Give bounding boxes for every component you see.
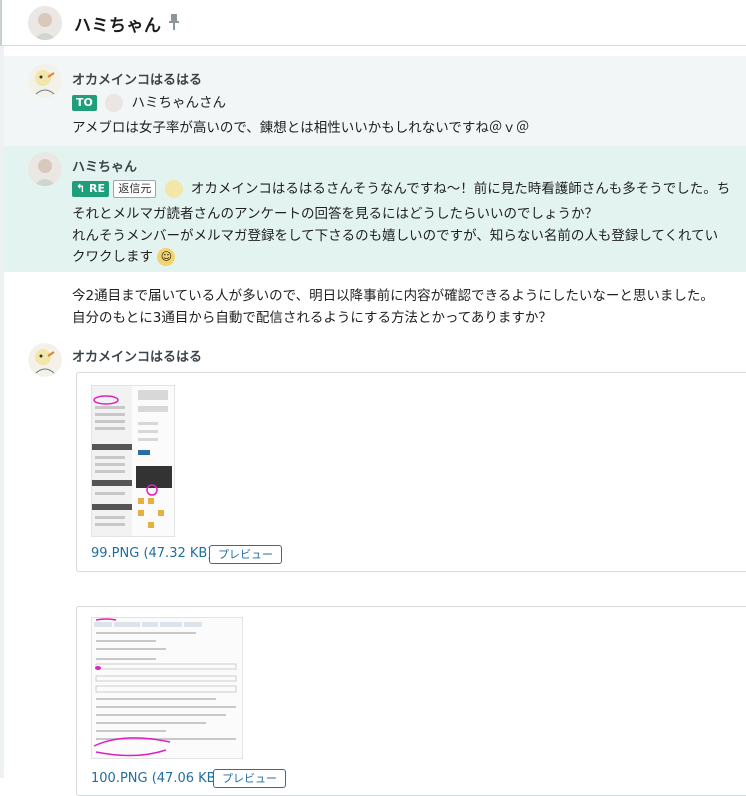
message-2: ハミちゃん ↰ RE 返信元 オカメインコはるはるさんそうなんですね〜！前に見た…: [4, 146, 746, 272]
room-avatar[interactable]: [28, 6, 62, 40]
sender-name[interactable]: オカメインコはるはる: [72, 69, 202, 88]
message-text: それとメルマガ読者さんのアンケートの回答を見るにはどうしたらいいのでしょうか？: [72, 206, 598, 222]
file-thumbnail[interactable]: [91, 385, 175, 537]
message-4: オカメインコはるはる 99.PNG (47.32 KB) プレビュー 100.P…: [4, 332, 746, 796]
sender-avatar[interactable]: [28, 152, 62, 186]
to-badge: TO: [72, 95, 97, 111]
preview-button[interactable]: プレビュー: [213, 769, 286, 788]
message-text: れんそうメンバーがメルマガ登録をして下さるのも嬉しいのですが、知らない名前の人も…: [72, 228, 719, 244]
sender-avatar[interactable]: [28, 343, 62, 377]
file-card-1: 99.PNG (47.32 KB) プレビュー: [76, 372, 746, 572]
sender-avatar[interactable]: [28, 64, 62, 98]
room-header: ハミちゃん: [0, 0, 746, 46]
message-3: 今2通目まで届いている人が多いので、明日以降事前に内容が確認できるようにしたいな…: [4, 272, 746, 332]
message-text-last: クワクします ☺: [72, 245, 176, 266]
file-name-link[interactable]: 99.PNG (47.32 KB): [91, 546, 212, 561]
message-text: 今2通目まで届いている人が多いので、明日以降事前に内容が確認できるようにしたいな…: [72, 288, 714, 304]
reply-source-link[interactable]: 返信元: [113, 180, 157, 198]
preview-button[interactable]: プレビュー: [209, 545, 282, 564]
message-text: 自分のもとに3通目から自動で配信されるようにする方法とかってありますか？: [72, 310, 552, 326]
room-title: ハミちゃん: [74, 16, 162, 36]
to-line: TO ハミちゃんさん: [72, 91, 226, 112]
pin-icon[interactable]: [167, 13, 181, 31]
reply-avatar: [164, 180, 183, 198]
message-1: オカメインコはるはる TO ハミちゃんさん アメブロは女子率が高いので、錬想とは…: [4, 56, 746, 146]
to-avatar: [105, 94, 124, 112]
re-badge[interactable]: ↰ RE: [72, 181, 110, 197]
file-name-link[interactable]: 100.PNG (47.06 KB): [91, 771, 221, 786]
sender-name[interactable]: オカメインコはるはる: [72, 346, 202, 365]
emoji-icon: ☺: [157, 248, 176, 266]
file-card-2: 100.PNG (47.06 KB) プレビュー: [76, 606, 746, 796]
message-text: アメブロは女子率が高いので、錬想とは相性いいかもしれないですね＠ｖ＠: [72, 120, 530, 136]
file-thumbnail[interactable]: [91, 617, 243, 759]
reply-line: ↰ RE 返信元 オカメインコはるはるさんそうなんですね〜！前に見た時看護師さん…: [72, 177, 730, 198]
sender-name[interactable]: ハミちゃん: [72, 156, 137, 175]
to-name[interactable]: ハミちゃんさん: [131, 95, 226, 111]
message-text: オカメインコはるはるさんそうなんですね〜！前に見た時看護師さんも多そうでした。ち: [190, 181, 731, 197]
